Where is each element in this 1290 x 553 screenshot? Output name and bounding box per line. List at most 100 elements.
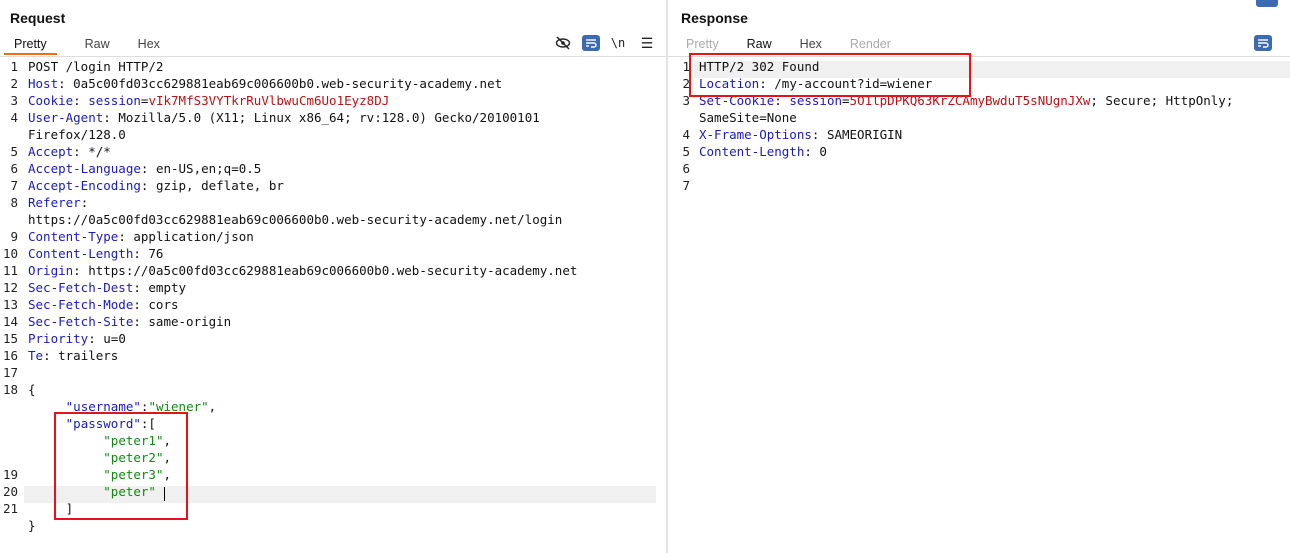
- code-token: ,: [208, 399, 217, 414]
- code-line: Origin: https://0a5c00fd03cc629881eab69c…: [28, 262, 577, 279]
- password-array-highlight-box: [54, 412, 188, 520]
- request-tabs: Pretty Raw Hex: [4, 35, 188, 55]
- code-token: : https://0a5c00fd03cc629881eab69c006600…: [73, 263, 578, 278]
- code-line: POST /login HTTP/2: [28, 58, 163, 75]
- line-number: 7: [682, 178, 690, 193]
- line-number: 14: [2, 314, 18, 329]
- response-pane: Response Pretty Raw Hex Render 1234567 H…: [668, 0, 1290, 553]
- code-line: Priority: u=0: [28, 330, 126, 347]
- line-number: 16: [2, 348, 18, 363]
- code-line: {: [28, 381, 36, 398]
- code-token: User-Agent: [28, 110, 104, 125]
- code-line: Content-Length: 0: [699, 143, 827, 160]
- code-token: Accept: [28, 144, 74, 159]
- code-line: User-Agent: Mozilla/5.0 (X11; Linux x86_…: [28, 109, 540, 126]
- code-token: Cookie: [28, 93, 74, 108]
- line-number: 7: [10, 178, 18, 193]
- tab-pretty[interactable]: Pretty: [686, 35, 719, 55]
- code-token: : en-US,en;q=0.5: [140, 161, 262, 176]
- code-token: Priority: [28, 331, 89, 346]
- code-token: : gzip, deflate, br: [140, 178, 284, 193]
- code-token: Firefox/128.0: [28, 127, 126, 142]
- tab-raw[interactable]: Raw: [85, 35, 110, 55]
- code-line: Referer:: [28, 194, 88, 211]
- code-token: : application/json: [118, 229, 254, 244]
- inspector-toggle-icon[interactable]: [1256, 0, 1278, 7]
- newline-icon[interactable]: \n: [608, 34, 628, 52]
- code-token: :: [80, 195, 89, 210]
- code-token: : 76: [133, 246, 164, 261]
- line-number: 4: [10, 110, 18, 125]
- line-number: 6: [10, 161, 18, 176]
- line-number: 11: [2, 263, 18, 278]
- response-title: Response: [681, 10, 748, 26]
- code-line: Sec-Fetch-Dest: empty: [28, 279, 186, 296]
- code-line: }: [28, 517, 36, 534]
- tab-pretty[interactable]: Pretty: [4, 35, 57, 55]
- code-token: : SAMEORIGIN: [811, 127, 903, 142]
- code-line: SameSite=None: [699, 109, 797, 126]
- tab-render[interactable]: Render: [850, 35, 891, 55]
- redirect-highlight-box: [689, 53, 971, 97]
- code-token: Origin: [28, 263, 74, 278]
- code-token: Accept-Language: [28, 161, 141, 176]
- line-number: 15: [2, 331, 18, 346]
- code-line: Host: 0a5c00fd03cc629881eab69c006600b0.w…: [28, 75, 502, 92]
- code-token: : 0a5c00fd03cc629881eab69c006600b0.web-s…: [58, 76, 503, 91]
- code-line: Accept: */*: [28, 143, 111, 160]
- line-number: 12: [2, 280, 18, 295]
- code-token: session: [88, 93, 141, 108]
- line-number: 4: [682, 127, 690, 142]
- line-number: 19: [2, 467, 18, 482]
- tab-hex[interactable]: Hex: [138, 35, 160, 55]
- code-token: Content-Type: [28, 229, 119, 244]
- code-token: : same-origin: [133, 314, 232, 329]
- code-line: Cookie: session=vIk7MfS3VYTkrRuVlbwuCm6U…: [28, 92, 389, 109]
- code-line: Content-Type: application/json: [28, 228, 254, 245]
- tab-raw[interactable]: Raw: [747, 35, 772, 55]
- code-token: : u=0: [88, 331, 126, 346]
- hide-eye-icon[interactable]: [553, 34, 573, 52]
- code-token: Sec-Fetch-Dest: [28, 280, 134, 295]
- line-number: 5: [10, 144, 18, 159]
- code-token: : empty: [133, 280, 187, 295]
- code-token: : 0: [804, 144, 827, 159]
- code-line: X-Frame-Options: SAMEORIGIN: [699, 126, 902, 143]
- request-pane: Request Pretty Raw Hex \n ☰ 1 2 3 4 5 6 7 8 9 10 1…: [0, 0, 666, 553]
- code-line: Te: trailers: [28, 347, 118, 364]
- response-tabs: Pretty Raw Hex Render: [686, 35, 919, 55]
- code-token: Sec-Fetch-Mode: [28, 297, 134, 312]
- request-title: Request: [10, 10, 66, 26]
- line-number: 3: [10, 93, 18, 108]
- line-number: 20: [2, 484, 18, 499]
- wrap-lines-icon[interactable]: [1254, 35, 1272, 51]
- code-token: X-Frame-Options: [699, 127, 812, 142]
- line-number: 13: [2, 297, 18, 312]
- code-token: ; Secure; HttpOnly;: [1090, 93, 1234, 108]
- code-token: SameSite=None: [699, 110, 797, 125]
- code-token: }: [28, 518, 36, 533]
- line-number: 1: [10, 59, 18, 74]
- code-token: {: [28, 382, 36, 397]
- request-tab-divider: [0, 56, 666, 57]
- code-token: : cors: [133, 297, 179, 312]
- code-token: vIk7MfS3VYTkrRuVlbwuCm6Uo1Eyz8DJ: [148, 93, 390, 108]
- line-number: 6: [682, 161, 690, 176]
- code-line: Content-Length: 76: [28, 245, 163, 262]
- code-token: : */*: [73, 144, 111, 159]
- code-token: Accept-Encoding: [28, 178, 141, 193]
- code-token: Content-Length: [699, 144, 805, 159]
- code-token: POST /login HTTP/2: [28, 59, 164, 74]
- wrap-lines-icon[interactable]: [582, 35, 600, 51]
- line-number: 17: [2, 365, 18, 380]
- code-token: Host: [28, 76, 59, 91]
- code-token: Referer: [28, 195, 81, 210]
- code-line: Sec-Fetch-Site: same-origin: [28, 313, 231, 330]
- menu-icon[interactable]: ☰: [637, 34, 657, 52]
- tab-hex[interactable]: Hex: [800, 35, 822, 55]
- line-number: 2: [10, 76, 18, 91]
- code-line: Sec-Fetch-Mode: cors: [28, 296, 179, 313]
- line-number: 21: [2, 501, 18, 516]
- code-token: Content-Length: [28, 246, 134, 261]
- code-token: Sec-Fetch-Site: [28, 314, 134, 329]
